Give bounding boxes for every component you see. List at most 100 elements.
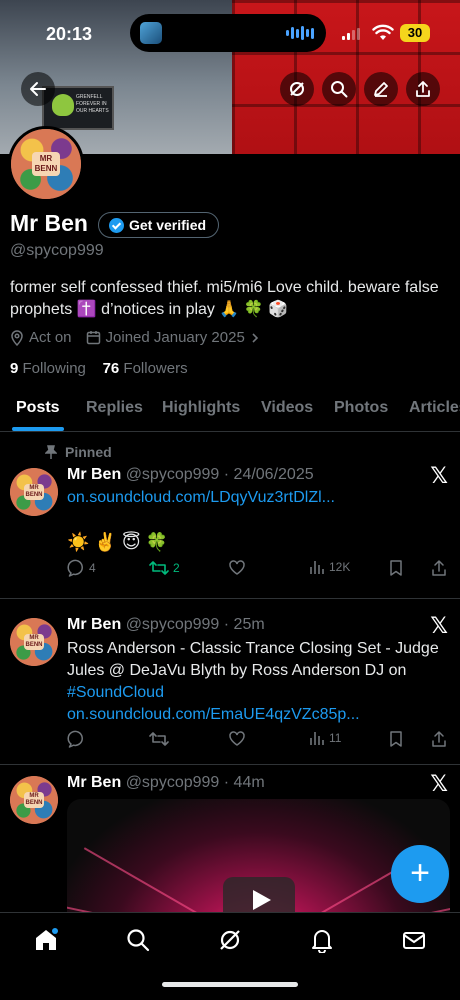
share-icon	[432, 560, 446, 576]
post-author-name[interactable]: Mr Ben	[67, 616, 121, 633]
reply-button[interactable]	[67, 730, 85, 748]
profile-tabs: Posts Replies Highlights Videos Photos A…	[0, 388, 460, 432]
views-chart-icon	[310, 561, 324, 574]
edit-profile-button[interactable]	[364, 72, 398, 106]
follow-counts: 9 Following 76 Followers	[10, 360, 188, 377]
following-link[interactable]: 9 Following	[10, 360, 86, 377]
share-icon	[416, 81, 430, 97]
tab-videos[interactable]: Videos	[261, 399, 313, 417]
verified-badge-icon	[109, 218, 124, 233]
like-button[interactable]	[228, 730, 246, 748]
followers-link[interactable]: 76 Followers	[103, 360, 188, 377]
tab-highlights[interactable]: Highlights	[162, 399, 240, 417]
views-chart-icon	[310, 732, 324, 745]
dynamic-island[interactable]	[130, 14, 326, 52]
grok-icon	[290, 82, 304, 96]
repost-button[interactable]: 2	[149, 559, 180, 577]
tab-articles[interactable]: Articles	[409, 399, 460, 417]
chevron-right-icon[interactable]	[250, 332, 260, 344]
location-pin-icon	[11, 329, 23, 346]
post-handle-time: @spycop999 · 44m	[125, 774, 265, 791]
bookmark-button[interactable]	[389, 730, 403, 748]
share-post-button[interactable]	[431, 559, 447, 577]
following-label: Following	[22, 360, 86, 377]
billboard-text: GRENFELL FOREVER IN OUR HEARTS	[76, 94, 109, 114]
post-link[interactable]: on.soundcloud.com/EmaUE4qzVZc85p...	[67, 706, 360, 723]
post-text: Ross Anderson - Classic Trance Closing S…	[67, 640, 439, 679]
post-handle-time: @spycop999 · 24/06/2025	[125, 466, 314, 483]
post-body: Ross Anderson - Classic Trance Closing S…	[67, 638, 439, 726]
island-app-icon	[140, 22, 162, 44]
bookmark-button[interactable]	[389, 559, 403, 577]
pinned-label: Pinned	[65, 444, 112, 460]
repost-count: 2	[173, 561, 180, 575]
profile-handle: @spycop999	[10, 242, 104, 259]
reply-icon	[67, 730, 83, 748]
profile-name: Mr Ben	[10, 210, 88, 236]
status-bar: 20:13 30	[0, 14, 460, 54]
search-button[interactable]	[322, 72, 356, 106]
heart-icon	[229, 560, 245, 575]
post-author-name[interactable]: Mr Ben	[67, 466, 121, 483]
post-pinned[interactable]: Pinned MR BENN Mr Ben @spycop999 · 24/06…	[0, 433, 460, 599]
followers-count: 76	[102, 360, 120, 377]
pinned-indicator: Pinned	[45, 444, 112, 460]
home-icon[interactable]	[33, 927, 59, 953]
post-actions: 4 2 12K	[67, 559, 450, 581]
repost-icon	[149, 561, 169, 575]
tab-photos[interactable]: Photos	[334, 399, 388, 417]
heart-icon	[229, 731, 245, 746]
home-indicator	[162, 982, 298, 987]
grok-icon[interactable]	[217, 927, 243, 953]
post-video[interactable]: MR BENN Mr Ben @spycop999 · 44m 𝕏	[0, 765, 460, 999]
post-header: Mr Ben @spycop999 · 25m	[67, 616, 265, 634]
reply-button[interactable]: 4	[67, 559, 96, 577]
avatar-label: MR BENN	[24, 484, 44, 500]
profile-meta: Act on Joined January 2025	[10, 329, 274, 346]
like-button[interactable]	[228, 559, 246, 577]
bookmark-icon	[390, 560, 402, 576]
tab-posts[interactable]: Posts	[16, 399, 60, 417]
post-body: on.soundcloud.com/LDqyVuz3rtDlZl...	[67, 487, 439, 509]
share-icon	[432, 731, 446, 747]
post-avatar[interactable]: MR BENN	[10, 468, 58, 516]
grok-button[interactable]	[280, 72, 314, 106]
arrow-left-icon	[30, 82, 46, 96]
reply-icon	[67, 559, 83, 577]
reply-count: 4	[89, 561, 96, 575]
share-post-button[interactable]	[431, 730, 447, 748]
post-hashtag[interactable]: #SoundCloud	[67, 684, 164, 701]
active-tab-indicator	[12, 427, 64, 431]
repost-button[interactable]	[149, 730, 169, 748]
search-icon[interactable]	[125, 927, 151, 953]
post-header: Mr Ben @spycop999 · 24/06/2025	[67, 466, 314, 484]
get-verified-button[interactable]: Get verified	[98, 212, 220, 238]
pen-icon	[374, 82, 388, 97]
cellular-signal-icon	[342, 28, 360, 40]
back-button[interactable]	[21, 72, 55, 106]
x-logo-icon: 𝕏	[430, 613, 448, 638]
post-actions: 11	[67, 730, 450, 752]
post-avatar[interactable]: MR BENN	[10, 776, 58, 824]
bell-icon[interactable]	[309, 927, 335, 953]
views-button[interactable]: 11	[309, 730, 341, 746]
compose-button[interactable]: +	[391, 845, 449, 903]
avatar-label: MR BENN	[24, 634, 44, 650]
views-button[interactable]: 12K	[309, 559, 350, 575]
share-button[interactable]	[406, 72, 440, 106]
search-icon	[331, 81, 348, 98]
post-link[interactable]: on.soundcloud.com/LDqyVuz3rtDlZl...	[67, 489, 335, 506]
x-logo-icon: 𝕏	[430, 463, 448, 488]
avatar-label: MR BENN	[32, 152, 60, 176]
post-avatar[interactable]: MR BENN	[10, 618, 58, 666]
post-author-name[interactable]: Mr Ben	[67, 774, 121, 791]
post-handle-time: @spycop999 · 25m	[125, 616, 265, 633]
mail-icon[interactable]	[401, 927, 427, 953]
tab-replies[interactable]: Replies	[86, 399, 143, 417]
plus-icon: +	[410, 854, 430, 892]
view-count: 11	[329, 731, 342, 745]
post-soundcloud[interactable]: MR BENN Mr Ben @spycop999 · 25m 𝕏 Ross A…	[0, 599, 460, 765]
profile-avatar[interactable]: MR BENN	[8, 126, 84, 202]
battery-indicator: 30	[400, 24, 430, 42]
calendar-icon	[86, 331, 100, 345]
